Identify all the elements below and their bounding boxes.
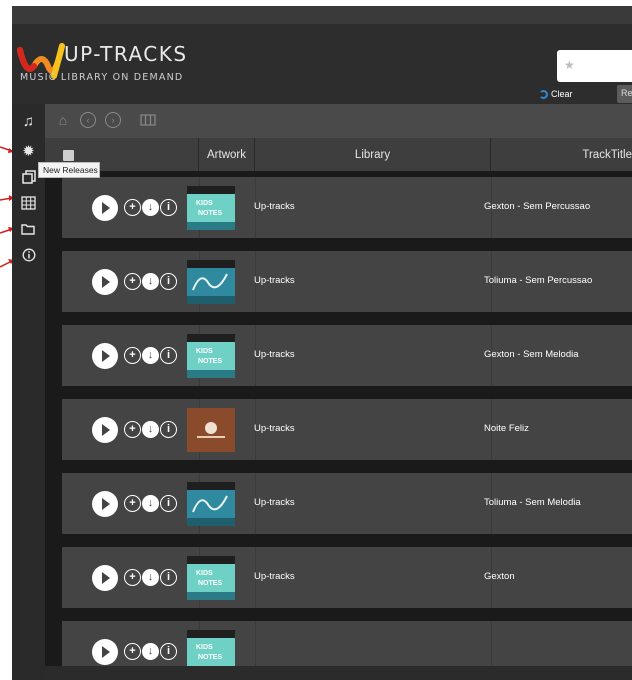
info-icon[interactable] [12,244,45,266]
album-artwork: KIDS NOTES [187,556,235,600]
refresh-icon [539,89,548,99]
info-icon[interactable]: i [160,199,177,216]
sidebar: ♫ ✹ [12,104,45,680]
info-icon[interactable]: i [160,643,177,660]
info-icon[interactable]: i [160,347,177,364]
info-icon[interactable]: i [160,273,177,290]
track-title-cell: Noite Feliz [484,423,529,434]
play-icon[interactable] [92,195,118,221]
play-icon[interactable] [92,343,118,369]
table-row[interactable]: + ↓ i KIDS NOTES Up-tracks Gexton - Sem Percus… [62,177,632,238]
info-icon[interactable]: i [160,495,177,512]
table-row[interactable]: + ↓ i Up-tracks Noite Feliz [62,399,632,460]
track-grid: Artwork Library TrackTitle + ↓ i KIDS NOTES U… [45,138,632,680]
play-icon[interactable] [92,565,118,591]
track-title-cell: Toliuma - Sem Percussao [484,275,593,286]
album-artwork [187,408,235,452]
table-row[interactable]: + ↓ i KIDS NOTES Up-tracks Gexton - Sem Melodi… [62,325,632,386]
library-cell: Up-tracks [254,201,295,212]
add-icon[interactable]: + [124,495,141,512]
info-icon[interactable]: i [160,421,177,438]
search-input[interactable] [579,54,632,78]
add-icon[interactable]: + [124,643,141,660]
column-header-row: Artwork Library TrackTitle [45,138,632,171]
artwork-text: NOTES [198,580,222,587]
download-icon[interactable]: ↓ [142,347,159,364]
app-header: UP-TRACKS MUSIC LIBRARY ON DEMAND ★ Clea… [12,24,632,104]
folder-icon[interactable] [12,218,45,240]
add-icon[interactable]: + [124,421,141,438]
artwork-text: NOTES [198,654,222,661]
track-title-cell: Gexton [484,571,515,582]
grid-footer [45,666,632,680]
info-icon[interactable]: i [160,569,177,586]
album-artwork [187,260,235,304]
album-artwork: KIDS NOTES [187,186,235,230]
play-icon[interactable] [92,269,118,295]
download-icon[interactable]: ↓ [142,421,159,438]
brand-name: UP-TRACKS [64,42,188,66]
brand-tagline: MUSIC LIBRARY ON DEMAND [20,72,184,83]
artwork-text: KIDS [196,200,213,207]
track-title-cell: Toliuma - Sem Melodia [484,497,581,508]
star-icon: ★ [564,58,575,72]
track-title-cell: Gexton - Sem Percussao [484,201,591,212]
add-icon[interactable]: + [124,199,141,216]
table-row[interactable]: + ↓ i KIDS NOTES Up-tracks Gexton [62,547,632,608]
play-icon[interactable] [92,417,118,443]
play-icon[interactable] [92,639,118,665]
sort-button[interactable] [63,150,74,161]
column-tracktitle[interactable]: TrackTitle [491,138,632,171]
add-icon[interactable]: + [124,273,141,290]
download-icon[interactable]: ↓ [142,273,159,290]
download-icon[interactable]: ↓ [142,495,159,512]
artwork-text: NOTES [198,358,222,365]
columns-icon[interactable] [140,112,156,128]
window-top-bar [12,6,632,24]
play-icon[interactable] [92,491,118,517]
grid-icon[interactable] [12,192,45,214]
table-row[interactable]: + ↓ i Up-tracks Toliuma - Sem Percussao [62,251,632,312]
artwork-text: KIDS [196,644,213,651]
artwork-text: NOTES [198,210,222,217]
new-releases-icon[interactable]: ✹ [12,140,45,162]
library-cell: Up-tracks [254,423,295,434]
clear-label: Clear [551,89,573,99]
track-title-cell: Gexton - Sem Melodia [484,349,579,360]
music-note-icon[interactable]: ♫ [12,110,45,132]
library-cell: Up-tracks [254,571,295,582]
app-window: UP-TRACKS MUSIC LIBRARY ON DEMAND ★ Clea… [12,6,632,680]
clear-button[interactable]: Clear [539,89,573,99]
download-icon[interactable]: ↓ [142,643,159,660]
library-cell: Up-tracks [254,497,295,508]
re-button[interactable]: Re [617,85,632,103]
library-cell: Up-tracks [254,275,295,286]
back-icon[interactable]: ‹ [80,112,96,128]
column-artwork[interactable]: Artwork [199,138,255,171]
table-row[interactable]: + ↓ i Up-tracks Toliuma - Sem Melodia [62,473,632,534]
download-icon[interactable]: ↓ [142,569,159,586]
download-icon[interactable]: ↓ [142,199,159,216]
tooltip-new-releases: New Releases [38,162,100,178]
home-icon[interactable]: ⌂ [55,112,71,128]
add-icon[interactable]: + [124,569,141,586]
add-icon[interactable]: + [124,347,141,364]
search-box[interactable]: ★ [557,50,632,82]
forward-icon[interactable]: › [105,112,121,128]
artwork-text: KIDS [196,570,213,577]
library-cell: Up-tracks [254,349,295,360]
album-artwork [187,482,235,526]
grid-toolbar: ⌂ ‹ › [45,104,632,138]
column-library[interactable]: Library [255,138,491,171]
album-artwork: KIDS NOTES [187,334,235,378]
artwork-text: KIDS [196,348,213,355]
